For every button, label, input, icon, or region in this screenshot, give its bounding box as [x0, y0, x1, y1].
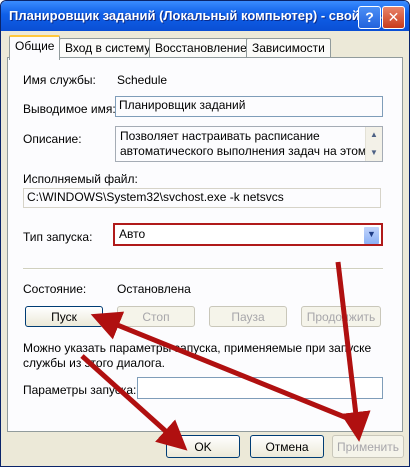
arrow-to-ok	[80, 354, 188, 451]
annotation-arrows	[80, 261, 371, 451]
arrow-to-apply	[335, 261, 371, 442]
tab-general[interactable]: Общие	[9, 35, 61, 60]
